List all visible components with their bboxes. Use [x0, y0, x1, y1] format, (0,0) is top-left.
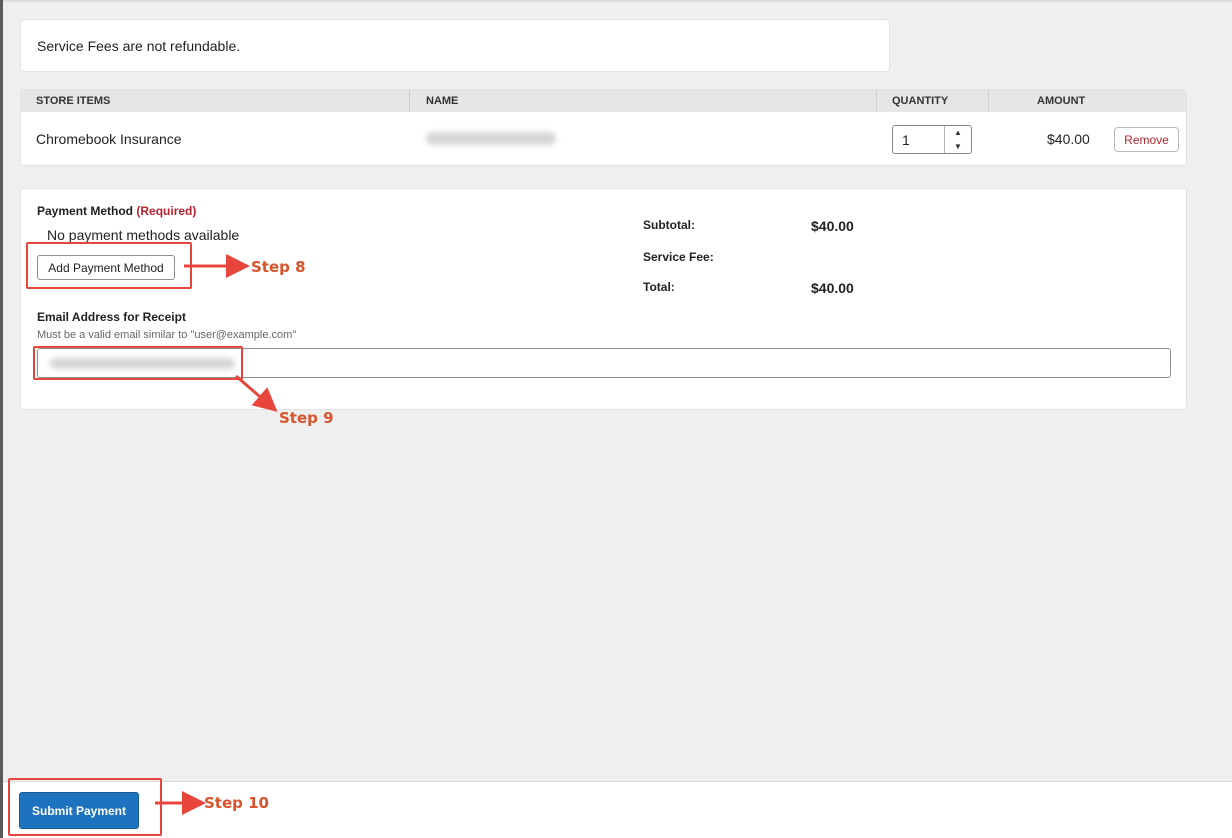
header-divider [876, 90, 877, 112]
header-divider [988, 90, 989, 112]
window-left-edge [0, 0, 3, 838]
submit-payment-button[interactable]: Submit Payment [19, 792, 139, 829]
step9-label: Step 9 [279, 409, 334, 427]
add-payment-method-button[interactable]: Add Payment Method [37, 255, 175, 280]
footer-bar: Submit Payment [3, 781, 1232, 838]
table-row: Chromebook Insurance 1 ▲ ▼ $40.00 Remove [21, 112, 1186, 165]
redacted-student-name [426, 132, 556, 145]
quantity-value[interactable]: 1 [893, 126, 944, 153]
total-value: $40.00 [811, 280, 854, 296]
header-store-items: STORE ITEMS [36, 95, 111, 107]
caret-down-icon[interactable]: ▼ [945, 140, 971, 154]
email-hint: Must be a valid email similar to "user@e… [37, 329, 297, 341]
subtotal-label: Subtotal: [643, 218, 695, 232]
notice-text: Service Fees are not refundable. [37, 38, 241, 54]
service-fee-notice: Service Fees are not refundable. [20, 19, 890, 72]
quantity-stepper[interactable]: 1 ▲ ▼ [892, 125, 972, 154]
payment-panel: Payment Method (Required) No payment met… [20, 188, 1187, 410]
header-divider [409, 90, 410, 112]
header-quantity: QUANTITY [892, 95, 949, 107]
header-amount: AMOUNT [1037, 95, 1086, 107]
subtotal-value: $40.00 [811, 218, 854, 234]
header-name: NAME [426, 95, 459, 107]
no-payment-methods-text: No payment methods available [47, 227, 240, 243]
step8-label: Step 8 [251, 258, 306, 276]
redacted-email-value [50, 358, 235, 369]
email-field[interactable] [37, 348, 1171, 378]
stepper-arrows[interactable]: ▲ ▼ [944, 126, 971, 153]
window-top-edge [3, 0, 1232, 2]
remove-button[interactable]: Remove [1114, 127, 1179, 152]
store-items-table: STORE ITEMS NAME QUANTITY AMOUNT Chromeb… [20, 89, 1187, 166]
caret-up-icon[interactable]: ▲ [945, 126, 971, 140]
required-indicator: (Required) [136, 204, 197, 218]
table-header: STORE ITEMS NAME QUANTITY AMOUNT [21, 90, 1186, 112]
total-label: Total: [643, 280, 675, 294]
payment-method-label: Payment Method (Required) [37, 204, 196, 218]
email-label: Email Address for Receipt [37, 310, 186, 324]
item-amount: $40.00 [1047, 131, 1090, 147]
service-fee-label: Service Fee: [643, 250, 714, 264]
step10-label: Step 10 [204, 794, 269, 812]
payment-method-text: Payment Method [37, 204, 134, 218]
store-item-name: Chromebook Insurance [36, 131, 182, 147]
